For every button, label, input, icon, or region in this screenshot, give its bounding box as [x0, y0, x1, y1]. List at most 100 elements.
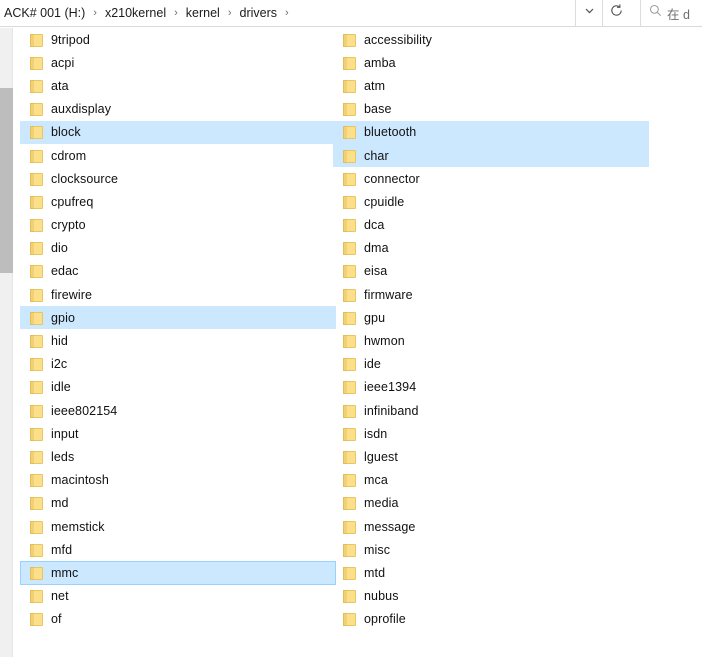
- file-list-item[interactable]: connector: [333, 167, 649, 190]
- adjacent-pane-scrollbar[interactable]: [0, 28, 13, 657]
- file-list-item[interactable]: mfd: [20, 538, 336, 561]
- file-list-item[interactable]: block: [20, 120, 336, 144]
- file-list-item[interactable]: ide: [333, 353, 649, 376]
- file-list-item[interactable]: message: [333, 515, 649, 538]
- folder-icon: [343, 589, 356, 604]
- folder-icon: [343, 612, 356, 627]
- folder-icon: [343, 125, 356, 140]
- file-list-item-label: md: [51, 496, 69, 511]
- folder-icon: [30, 33, 43, 47]
- file-list-item-label: firmware: [364, 287, 413, 302]
- file-list-item[interactable]: firewire: [20, 283, 336, 306]
- file-list-item[interactable]: mtd: [333, 561, 649, 584]
- file-list-item-label: mtd: [364, 565, 386, 580]
- folder-icon: [343, 473, 356, 488]
- file-list-item[interactable]: gpio: [20, 306, 336, 330]
- folder-icon: [30, 125, 43, 140]
- file-list-item[interactable]: char: [333, 143, 649, 168]
- folder-icon: [30, 543, 43, 557]
- breadcrumb[interactable]: ACK# 001 (H:) › x210kernel › kernel › dr…: [0, 0, 576, 26]
- file-list-item[interactable]: gpu: [333, 306, 649, 329]
- folder-icon: [30, 589, 43, 604]
- file-list-item[interactable]: crypto: [20, 214, 336, 237]
- file-list-item-label: amba: [364, 55, 396, 70]
- file-list-item[interactable]: ata: [20, 74, 336, 97]
- file-list-item-label: auxdisplay: [51, 102, 112, 117]
- folder-icon: [343, 195, 356, 209]
- folder-icon: [30, 380, 43, 395]
- file-list-item[interactable]: memstick: [20, 515, 336, 538]
- file-list-item-label: cpufreq: [51, 194, 94, 209]
- file-list-item[interactable]: amba: [333, 51, 649, 74]
- file-list-item[interactable]: acpi: [20, 51, 336, 74]
- file-list-item[interactable]: isdn: [333, 422, 649, 445]
- file-list-item-label: accessibility: [364, 32, 432, 47]
- file-list-item[interactable]: ieee1394: [333, 376, 649, 399]
- file-list-item-label: ata: [51, 78, 69, 93]
- search-icon: [649, 4, 662, 22]
- file-list-item[interactable]: bluetooth: [333, 120, 649, 144]
- file-list-item[interactable]: infiniband: [333, 399, 649, 422]
- folder-icon: [30, 566, 43, 580]
- file-list-item[interactable]: firmware: [333, 283, 649, 306]
- history-dropdown-button[interactable]: [576, 0, 603, 26]
- file-list-item-label: macintosh: [51, 473, 109, 488]
- file-list-item[interactable]: accessibility: [333, 28, 649, 51]
- refresh-button[interactable]: [603, 0, 630, 26]
- file-list-item[interactable]: hid: [20, 329, 336, 352]
- folder-icon: [343, 357, 356, 372]
- folder-icon: [30, 195, 43, 209]
- file-list-item[interactable]: cpufreq: [20, 190, 336, 213]
- file-list-item[interactable]: mmc: [20, 561, 336, 585]
- file-list-item[interactable]: macintosh: [20, 469, 336, 492]
- file-list-item-label: leds: [51, 449, 75, 464]
- file-list-item-label: of: [51, 612, 62, 627]
- breadcrumb-item-drivers[interactable]: drivers: [238, 0, 280, 26]
- file-list-item[interactable]: oprofile: [333, 608, 649, 631]
- file-list-item-label: nubus: [364, 589, 399, 604]
- file-list-item[interactable]: clocksource: [20, 167, 336, 190]
- folder-icon: [343, 334, 356, 349]
- folder-icon: [343, 543, 356, 557]
- file-list-item[interactable]: lguest: [333, 445, 649, 468]
- file-list-item[interactable]: misc: [333, 538, 649, 561]
- file-list-item[interactable]: nubus: [333, 585, 649, 608]
- file-list-item[interactable]: md: [20, 492, 336, 515]
- file-list-item[interactable]: edac: [20, 260, 336, 283]
- file-list-item-label: atm: [364, 78, 386, 93]
- file-list-item[interactable]: input: [20, 422, 336, 445]
- file-list-item[interactable]: of: [20, 608, 336, 631]
- file-list-item-label: cdrom: [51, 148, 87, 163]
- file-list-item[interactable]: 9tripod: [20, 28, 336, 51]
- file-list-column-right: accessibility amba atm base bluetooth char con…: [333, 28, 649, 631]
- file-list-item[interactable]: dio: [20, 237, 336, 260]
- breadcrumb-item-kernel[interactable]: kernel: [184, 0, 222, 26]
- folder-icon: [30, 404, 43, 418]
- file-list-item[interactable]: hwmon: [333, 329, 649, 352]
- breadcrumb-item-x210kernel[interactable]: x210kernel: [103, 0, 168, 26]
- file-list-item[interactable]: dma: [333, 237, 649, 260]
- folder-icon: [343, 241, 356, 256]
- file-list-item[interactable]: cdrom: [20, 144, 336, 167]
- file-list-item[interactable]: mca: [333, 469, 649, 492]
- scrollbar-thumb[interactable]: [0, 88, 13, 273]
- file-list-item[interactable]: atm: [333, 74, 649, 97]
- file-list-item[interactable]: ieee802154: [20, 399, 336, 422]
- file-list-item-label: hid: [51, 334, 68, 349]
- folder-icon: [343, 404, 356, 418]
- folder-icon: [343, 149, 356, 163]
- file-list-item[interactable]: eisa: [333, 260, 649, 283]
- file-list-item[interactable]: idle: [20, 376, 336, 399]
- folder-icon: [30, 473, 43, 488]
- file-list-item[interactable]: leds: [20, 445, 336, 468]
- folder-icon: [30, 149, 43, 163]
- search-input[interactable]: 在 d: [640, 0, 702, 26]
- file-list-item[interactable]: base: [333, 98, 649, 121]
- file-list-item[interactable]: dca: [333, 214, 649, 237]
- file-list-item[interactable]: cpuidle: [333, 190, 649, 213]
- file-list-item[interactable]: auxdisplay: [20, 98, 336, 121]
- file-list-item[interactable]: media: [333, 492, 649, 515]
- file-list-item[interactable]: net: [20, 585, 336, 608]
- file-list-item[interactable]: i2c: [20, 353, 336, 376]
- breadcrumb-item-drive[interactable]: ACK# 001 (H:): [2, 0, 87, 26]
